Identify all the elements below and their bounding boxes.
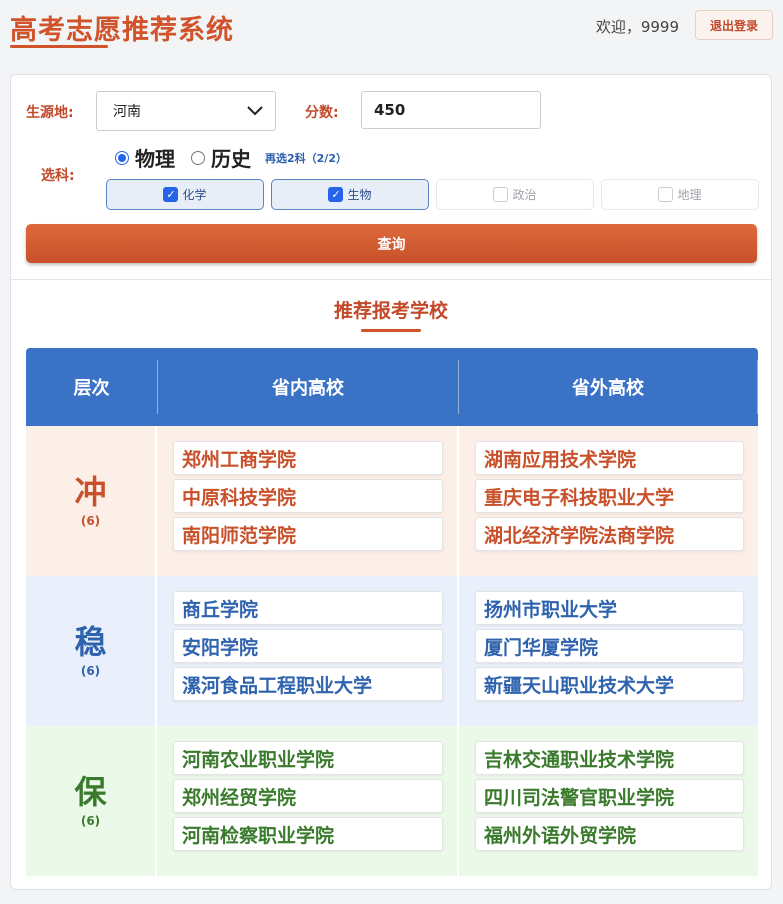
header-tier: 层次 <box>26 360 158 414</box>
school-item[interactable]: 河南农业职业学院 <box>173 741 443 775</box>
school-item[interactable]: 漯河食品工程职业大学 <box>173 667 443 701</box>
school-item[interactable]: 湖北经济学院法商学院 <box>475 517 744 551</box>
subject-label-text: 生物 <box>347 188 372 202</box>
province-select[interactable]: 河南 <box>96 91 276 131</box>
radio-label: 物理 <box>135 147 175 171</box>
welcome-text: 欢迎，9999 <box>595 18 679 36</box>
checkbox-checked-icon: ✓ <box>328 187 344 202</box>
school-item[interactable]: 中原科技学院 <box>173 479 443 513</box>
tier-name: 冲 <box>74 473 107 511</box>
radio-label: 历史 <box>211 147 251 171</box>
school-item[interactable]: 扬州市职业大学 <box>475 591 744 625</box>
score-input[interactable] <box>361 91 541 129</box>
subject-label: 选科: <box>41 168 75 184</box>
section-divider <box>11 279 771 280</box>
subject-politics[interactable]: 政治 <box>436 179 594 210</box>
table-row-chong: 冲 (6) 郑州工商学院 中原科技学院 南阳师范学院 湖南应用技术学院 重庆电子… <box>26 426 758 576</box>
title-underline <box>10 45 108 48</box>
app-title: 高考志愿推荐系统 <box>10 15 234 46</box>
province-value: 河南 <box>113 104 141 120</box>
school-item[interactable]: 郑州工商学院 <box>173 441 443 475</box>
checkbox-unchecked-icon <box>658 187 674 202</box>
main-card: 生源地: 河南 分数: 选科: 物理 历史 再选2科（2/2） ✓ 化学 <box>10 74 772 890</box>
primary-subject-group: 物理 历史 再选2科（2/2） <box>115 143 347 172</box>
subject-hint: 再选2科（2/2） <box>265 151 347 165</box>
school-item[interactable]: 福州外语外贸学院 <box>475 817 744 851</box>
chevron-down-icon <box>247 106 263 116</box>
checkbox-checked-icon: ✓ <box>163 187 179 202</box>
tier-count: (6) <box>80 814 101 828</box>
tier-count: (6) <box>80 514 101 528</box>
school-item[interactable]: 商丘学院 <box>173 591 443 625</box>
school-item[interactable]: 重庆电子科技职业大学 <box>475 479 744 513</box>
table-header: 层次 省内高校 省外高校 <box>26 348 758 426</box>
province-label: 生源地: <box>26 105 74 121</box>
table-row-bao: 保 (6) 河南农业职业学院 郑州经贸学院 河南检察职业学院 吉林交通职业技术学… <box>26 726 758 876</box>
score-label: 分数: <box>305 105 339 121</box>
subject-chemistry[interactable]: ✓ 化学 <box>106 179 264 210</box>
header-out-province: 省外高校 <box>459 360 758 414</box>
results-title: 推荐报考学校 <box>333 300 448 322</box>
school-item[interactable]: 南阳师范学院 <box>173 517 443 551</box>
out-province-list: 扬州市职业大学 厦门华厦学院 新疆天山职业技术大学 <box>459 576 758 726</box>
in-province-list: 河南农业职业学院 郑州经贸学院 河南检察职业学院 <box>157 726 459 876</box>
radio-unchecked-icon <box>191 150 205 165</box>
results-table: 层次 省内高校 省外高校 冲 (6) 郑州工商学院 中原科技学院 南阳师范学院 … <box>26 348 758 876</box>
tier-count: (6) <box>80 664 101 678</box>
logout-button[interactable]: 退出登录 <box>695 10 773 40</box>
out-province-list: 湖南应用技术学院 重庆电子科技职业大学 湖北经济学院法商学院 <box>459 426 758 576</box>
tier-name: 稳 <box>74 623 107 661</box>
subject-label-text: 化学 <box>182 188 207 202</box>
subject-label-text: 地理 <box>677 188 702 202</box>
in-province-list: 郑州工商学院 中原科技学院 南阳师范学院 <box>157 426 459 576</box>
radio-physics[interactable]: 物理 <box>115 143 175 172</box>
secondary-subject-group: ✓ 化学 ✓ 生物 政治 地理 <box>106 179 759 210</box>
radio-history[interactable]: 历史 <box>191 143 251 172</box>
school-item[interactable]: 吉林交通职业技术学院 <box>475 741 744 775</box>
tier-cell: 保 (6) <box>26 726 157 876</box>
header-in-province: 省内高校 <box>158 360 459 414</box>
school-item[interactable]: 新疆天山职业技术大学 <box>475 667 744 701</box>
school-item[interactable]: 河南检察职业学院 <box>173 817 443 851</box>
subject-biology[interactable]: ✓ 生物 <box>271 179 429 210</box>
radio-checked-icon <box>115 150 129 165</box>
school-item[interactable]: 四川司法警官职业学院 <box>475 779 744 813</box>
query-form: 生源地: 河南 分数: 选科: 物理 历史 再选2科（2/2） ✓ 化学 <box>11 75 771 280</box>
in-province-list: 商丘学院 安阳学院 漯河食品工程职业大学 <box>157 576 459 726</box>
school-item[interactable]: 湖南应用技术学院 <box>475 441 744 475</box>
school-item[interactable]: 郑州经贸学院 <box>173 779 443 813</box>
school-item[interactable]: 安阳学院 <box>173 629 443 663</box>
subject-geography[interactable]: 地理 <box>601 179 759 210</box>
tier-cell: 冲 (6) <box>26 426 157 576</box>
query-button[interactable]: 查询 <box>26 224 757 263</box>
out-province-list: 吉林交通职业技术学院 四川司法警官职业学院 福州外语外贸学院 <box>459 726 758 876</box>
table-row-wen: 稳 (6) 商丘学院 安阳学院 漯河食品工程职业大学 扬州市职业大学 厦门华厦学… <box>26 576 758 726</box>
tier-name: 保 <box>74 773 107 811</box>
subject-label-text: 政治 <box>512 188 537 202</box>
school-item[interactable]: 厦门华厦学院 <box>475 629 744 663</box>
results-title-underline <box>361 329 421 332</box>
tier-cell: 稳 (6) <box>26 576 157 726</box>
checkbox-unchecked-icon <box>493 187 509 202</box>
